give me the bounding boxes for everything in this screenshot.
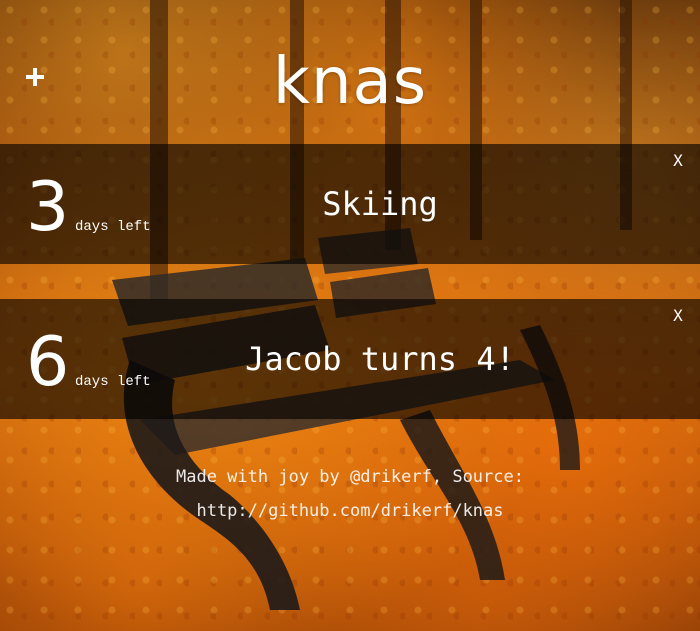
event-name: Skiing: [322, 185, 438, 223]
days-remaining-number: 3: [26, 168, 70, 247]
countdown-row: 6 days left Jacob turns 4! X: [0, 299, 700, 419]
header: knas: [0, 0, 700, 145]
countdown-row: 3 days left Skiing X: [0, 144, 700, 264]
event-name: Jacob turns 4!: [245, 340, 515, 378]
delete-event-button[interactable]: X: [670, 152, 686, 170]
days-left-label: days left: [75, 219, 151, 235]
footer: Made with joy by @drikerf, Source: http:…: [0, 460, 700, 528]
days-left-label: days left: [75, 374, 151, 390]
footer-credit: Made with joy by @drikerf, Source:: [176, 467, 524, 487]
days-remaining-number: 6: [26, 323, 70, 402]
source-link[interactable]: http://github.com/drikerf/knas: [196, 501, 503, 521]
delete-event-button[interactable]: X: [670, 307, 686, 325]
app-title: knas: [272, 45, 428, 119]
